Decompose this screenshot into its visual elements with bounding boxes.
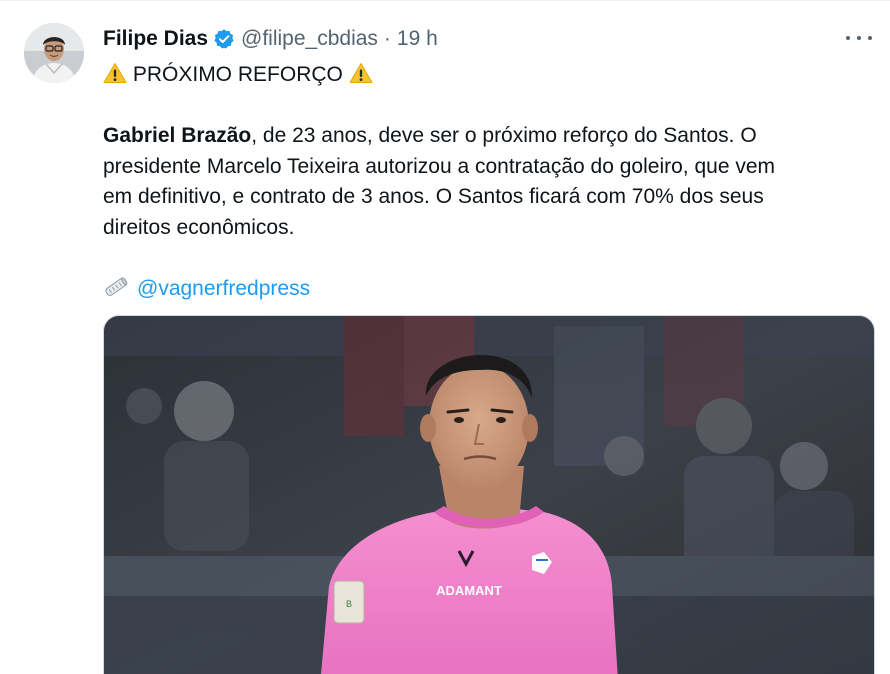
timestamp[interactable]: 19 h bbox=[397, 27, 438, 51]
tweet-media-photo[interactable]: B ADAMANT bbox=[103, 315, 875, 674]
avatar[interactable] bbox=[24, 23, 84, 83]
rolled-newspaper-icon bbox=[103, 275, 129, 299]
body-line-3: em definitivo, e contrato de 3 anos. O S… bbox=[103, 185, 764, 208]
tweet-text: PRÓXIMO REFORÇO Gabriel Brazão, de 23 an… bbox=[103, 60, 863, 304]
headline-text: PRÓXIMO REFORÇO bbox=[132, 63, 343, 86]
source-line: @vagnerfredpress bbox=[103, 274, 863, 305]
avatar-image bbox=[24, 23, 84, 83]
warning-icon bbox=[349, 62, 373, 84]
mention-link[interactable]: @vagnerfredpress bbox=[137, 277, 310, 300]
headline-line: PRÓXIMO REFORÇO bbox=[103, 60, 863, 91]
goalkeeper-photo: B ADAMANT bbox=[104, 316, 874, 674]
svg-text:B: B bbox=[346, 599, 352, 609]
jersey-sponsor-text: ADAMANT bbox=[436, 583, 502, 598]
body-line-1-rest: , de 23 anos, deve ser o próximo reforço… bbox=[251, 124, 757, 147]
more-options-icon[interactable] bbox=[846, 28, 872, 48]
body-line-1: Gabriel Brazão, de 23 anos, deve ser o p… bbox=[103, 121, 863, 152]
body-line-4: direitos econômicos. bbox=[103, 215, 295, 239]
author-handle[interactable]: @filipe_cbdias bbox=[241, 27, 378, 51]
body-line-2: presidente Marcelo Teixeira autorizou a … bbox=[103, 154, 775, 178]
divider bbox=[0, 0, 890, 1]
display-name[interactable]: Filipe Dias bbox=[103, 27, 208, 51]
tweet-card: Filipe Dias @filipe_cbdias · 19 h PRÓXIM… bbox=[0, 0, 890, 674]
player-name: Gabriel Brazão bbox=[103, 124, 252, 147]
verified-badge-icon[interactable] bbox=[213, 28, 235, 50]
warning-icon bbox=[103, 62, 127, 84]
separator-dot: · bbox=[383, 27, 391, 50]
tweet-header: Filipe Dias @filipe_cbdias · 19 h bbox=[103, 25, 438, 53]
